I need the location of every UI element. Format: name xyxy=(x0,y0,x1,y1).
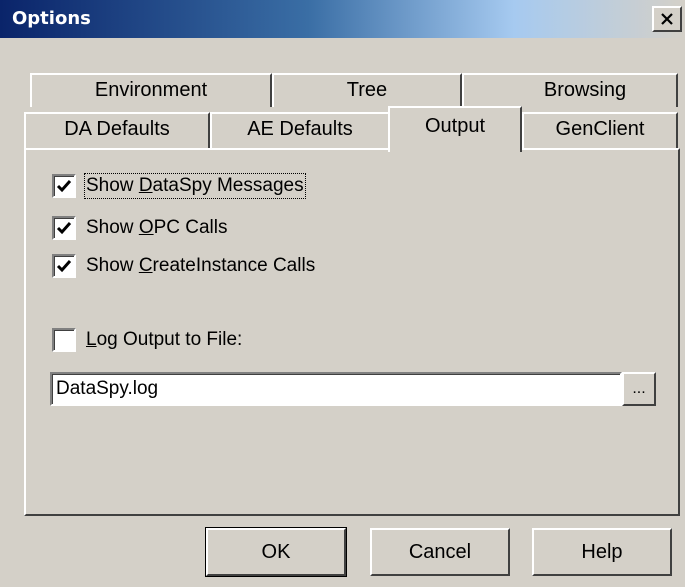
show-createinstance-calls-checkbox[interactable] xyxy=(52,254,76,278)
check-icon xyxy=(56,260,72,273)
show-dataspy-messages-label: Show DataSpy Messages xyxy=(84,173,306,199)
show-createinstance-calls-option[interactable]: Show CreateInstance Calls xyxy=(52,252,315,280)
check-icon xyxy=(56,180,72,193)
show-opc-calls-label: Show OPC Calls xyxy=(86,217,228,238)
tab-label: Output xyxy=(424,115,486,137)
show-opc-calls-option[interactable]: Show OPC Calls xyxy=(52,214,228,242)
tab-label: Browsing xyxy=(543,79,627,101)
cancel-button[interactable]: Cancel xyxy=(370,528,510,576)
log-output-to-file-option[interactable]: Log Output to File: xyxy=(52,326,242,354)
title-bar: Options xyxy=(0,0,685,38)
tab-environment[interactable]: Environment xyxy=(30,73,272,107)
close-button[interactable] xyxy=(652,6,682,32)
log-output-to-file-label: Log Output to File: xyxy=(86,329,243,350)
show-opc-calls-checkbox[interactable] xyxy=(52,216,76,240)
tab-ae-defaults[interactable]: AE Defaults xyxy=(210,112,390,150)
browse-file-button[interactable]: ... xyxy=(622,372,656,406)
ok-button[interactable]: OK xyxy=(205,527,347,577)
tab-label: AE Defaults xyxy=(247,118,353,140)
tab-genclient[interactable]: GenClient xyxy=(522,112,678,150)
dialog-title: Options xyxy=(12,8,91,29)
tab-da-defaults[interactable]: DA Defaults xyxy=(24,112,210,150)
tab-label: Tree xyxy=(346,79,388,101)
options-dialog: Options Environment Tree Browsing DA Def… xyxy=(0,0,685,587)
tab-label: DA Defaults xyxy=(64,118,170,140)
check-icon xyxy=(56,222,72,235)
log-output-to-file-checkbox[interactable] xyxy=(52,328,76,352)
tab-label: GenClient xyxy=(555,118,645,140)
tab-label: Environment xyxy=(94,79,208,101)
help-button[interactable]: Help xyxy=(532,528,672,576)
tab-output[interactable]: Output xyxy=(388,106,522,152)
show-dataspy-messages-option[interactable]: Show DataSpy Messages xyxy=(52,172,306,200)
tab-tree[interactable]: Tree xyxy=(272,73,462,107)
show-dataspy-messages-checkbox[interactable] xyxy=(52,174,76,198)
show-createinstance-calls-label: Show CreateInstance Calls xyxy=(86,255,316,276)
close-icon xyxy=(661,13,673,25)
tab-browsing[interactable]: Browsing xyxy=(462,73,678,107)
log-file-path-input[interactable] xyxy=(50,372,622,406)
